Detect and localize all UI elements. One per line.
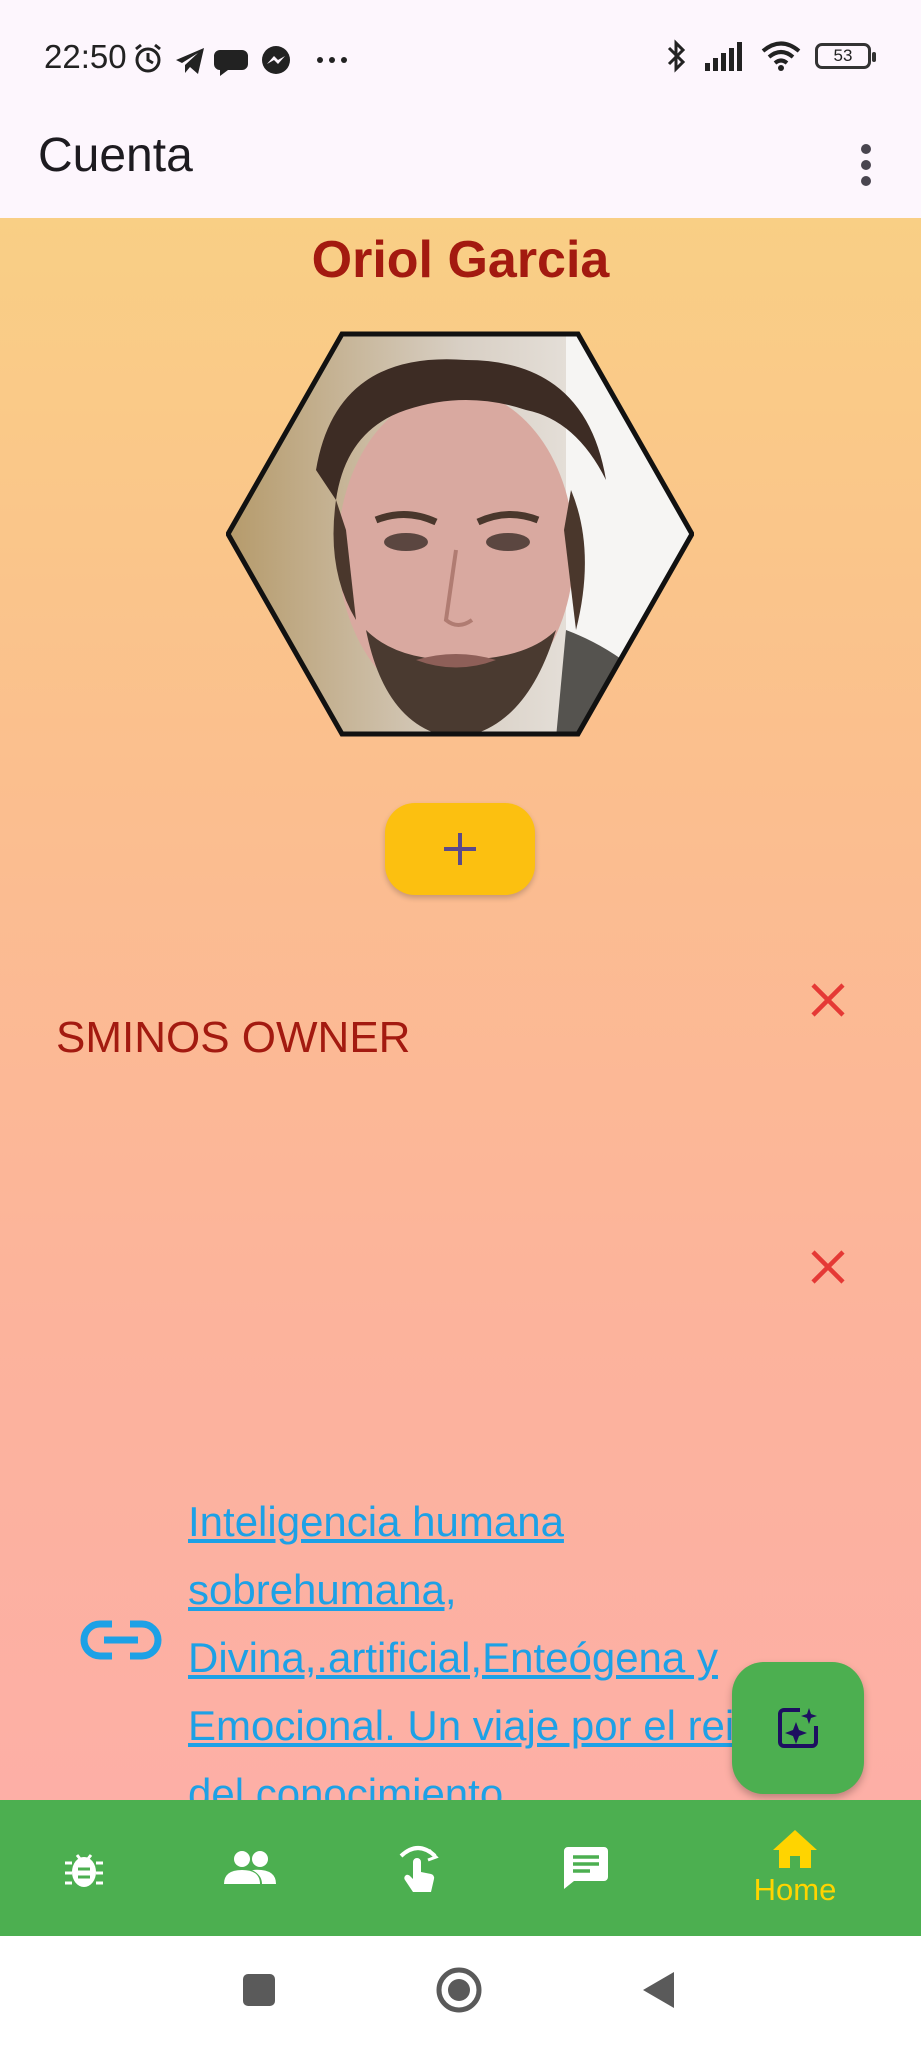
more-dots-icon [317,57,347,63]
profile-link[interactable]: Inteligencia humana sobrehumana, Divina,… [188,1488,808,1800]
avatar-photo [228,334,692,734]
plus-icon [444,833,476,865]
people-icon [224,1851,276,1884]
page-title: Cuenta [38,129,193,182]
close-icon [811,1250,845,1284]
nav-item-home[interactable]: Home [730,1800,860,1936]
add-button[interactable] [385,803,535,895]
notification-icons-svg [135,43,347,76]
wifi-icon [761,41,801,71]
back-button [643,1972,674,2008]
home-icon [773,1830,817,1868]
ai-image-icon [778,1708,818,1748]
system-navigation-bar [0,1936,921,2048]
profile-content: Oriol Garcia SMINOS OWNER Inteligencia h… [0,218,921,1800]
recents-button [243,1974,275,2006]
bluetooth-icon [667,39,686,73]
status-bar: 22:50 53 [0,0,921,110]
nav-item-touch[interactable] [354,1800,482,1936]
remove-link-button[interactable] [803,1242,853,1292]
battery-icon: 53 [815,43,876,69]
alarm-icon [135,43,161,73]
touch-icon [399,1846,439,1892]
telegram-icon [176,48,204,74]
ai-image-button[interactable] [732,1662,864,1794]
close-icon [811,983,845,1017]
nav-home-label: Home [753,1872,837,1907]
nav-item-people[interactable] [186,1800,314,1936]
nav-item-bug[interactable] [20,1800,148,1936]
battery-level: 53 [833,46,853,65]
remove-role-button[interactable] [803,975,853,1025]
profile-name: Oriol Garcia [311,231,610,289]
bottom-navigation: Home [0,1800,921,1936]
role-label: SMINOS OWNER [56,1013,411,1062]
notification-icons [130,40,410,80]
system-icons: 53 [663,38,876,74]
chat-bubble-icon [214,50,248,76]
messenger-icon [262,46,290,74]
more-vert-icon[interactable] [831,130,901,200]
link-icon [80,1618,162,1667]
status-time: 22:50 [44,38,127,75]
bug-icon [65,1854,103,1887]
message-icon [564,1847,608,1889]
app-bar: Cuenta [0,110,921,218]
nav-item-messages[interactable] [522,1800,650,1936]
signal-icon [705,42,742,71]
avatar[interactable] [225,330,695,738]
